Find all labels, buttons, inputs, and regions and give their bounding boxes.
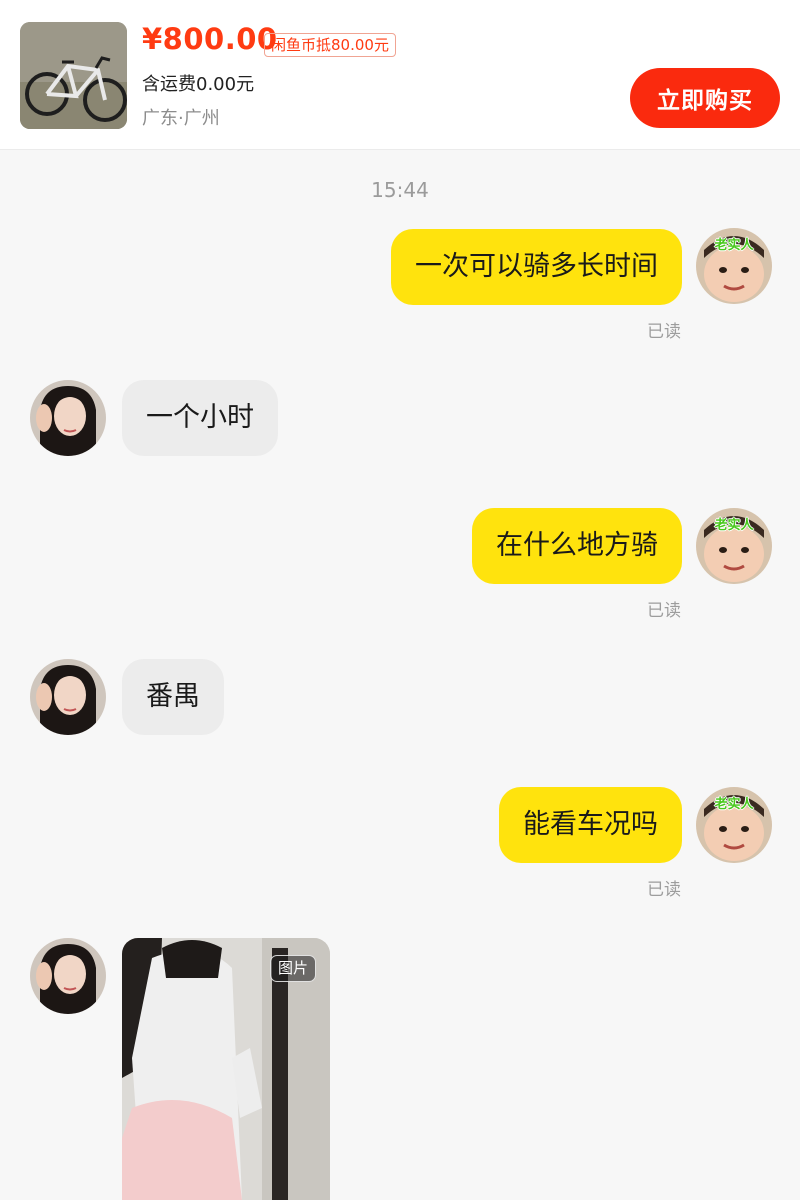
chat-timestamp: 15:44 <box>371 178 429 202</box>
message-bubble-sent[interactable]: 一次可以骑多长时间 <box>391 229 682 305</box>
read-receipt: 已读 <box>647 322 681 342</box>
seller-avatar[interactable] <box>30 380 106 456</box>
woman-portrait-icon <box>30 380 106 456</box>
product-header: ¥800.00 闲鱼币抵80.00元 含运费0.00元 广东·广州 立即购买 <box>0 0 800 150</box>
buy-now-button[interactable]: 立即购买 <box>630 68 780 128</box>
image-tag-badge: 图片 <box>269 955 316 982</box>
my-avatar[interactable]: 老实人 <box>696 787 772 863</box>
message-bubble-sent[interactable]: 在什么地方骑 <box>472 508 682 584</box>
coin-discount-badge: 闲鱼币抵80.00元 <box>264 33 396 57</box>
woman-portrait-icon <box>30 938 106 1014</box>
message-bubble-sent[interactable]: 能看车况吗 <box>499 787 682 863</box>
my-avatar[interactable]: 老实人 <box>696 228 772 304</box>
avatar-sticker-text: 老实人 <box>714 238 754 253</box>
message-bubble-received[interactable]: 一个小时 <box>122 380 278 456</box>
seller-location: 广东·广州 <box>142 108 220 129</box>
bicycle-icon <box>20 22 127 129</box>
seller-avatar[interactable] <box>30 938 106 1014</box>
seller-avatar[interactable] <box>30 659 106 735</box>
image-message[interactable]: 图片 <box>122 938 330 1200</box>
product-thumbnail[interactable] <box>20 22 127 129</box>
avatar-sticker-text: 老实人 <box>714 518 754 533</box>
read-receipt: 已读 <box>647 880 681 900</box>
avatar-sticker-text: 老实人 <box>714 797 754 812</box>
product-price: ¥800.00 <box>142 22 278 56</box>
read-receipt: 已读 <box>647 601 681 621</box>
my-avatar[interactable]: 老实人 <box>696 508 772 584</box>
shipping-fee: 含运费0.00元 <box>142 74 255 95</box>
message-bubble-received[interactable]: 番禺 <box>122 659 224 735</box>
woman-portrait-icon <box>30 659 106 735</box>
